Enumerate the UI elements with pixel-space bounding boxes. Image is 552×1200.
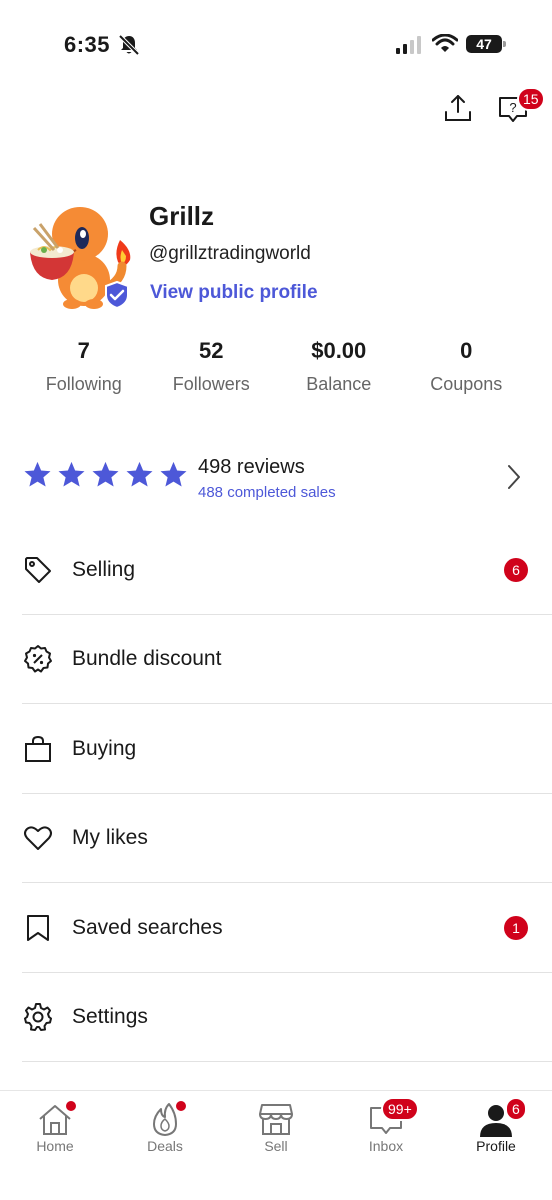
shopping-bag-icon [22, 733, 54, 765]
deals-notification-dot [174, 1099, 188, 1113]
menu-item-label: Settings [72, 1005, 148, 1029]
star-icon [92, 461, 119, 487]
share-button[interactable] [442, 92, 474, 124]
gear-icon [22, 1001, 54, 1033]
verified-badge-icon [102, 280, 132, 315]
bell-off-icon [118, 34, 140, 61]
heart-icon [22, 822, 54, 854]
nav-item-home[interactable]: Home [0, 1091, 110, 1161]
star-rating [22, 460, 189, 490]
nav-label: Profile [476, 1138, 516, 1154]
home-notification-dot [64, 1099, 78, 1113]
chevron-right-icon [506, 464, 522, 495]
stat-value: 52 [199, 338, 224, 363]
star-icon [24, 461, 51, 487]
stat-value: $0.00 [311, 338, 367, 363]
star-icon [160, 461, 187, 487]
discount-badge-icon [22, 643, 54, 675]
menu-item-selling[interactable]: Selling 6 [0, 525, 552, 615]
nav-label: Sell [264, 1138, 288, 1154]
menu-item-label: My likes [72, 826, 148, 850]
status-time: 6:35 [64, 32, 111, 57]
signal-icon [396, 36, 424, 59]
nav-label: Home [36, 1138, 74, 1154]
menu-item-label: Bundle discount [72, 647, 222, 671]
reviews-count: 498 reviews [198, 456, 305, 478]
menu-item-bundle-discount[interactable]: Bundle discount [0, 615, 552, 705]
profile-handle: @grillztradingworld [149, 243, 311, 264]
nav-label: Inbox [368, 1138, 404, 1154]
profile-name: Grillz [149, 201, 215, 231]
status-bar: 6:35 47 [0, 0, 552, 90]
menu-item-saved-searches[interactable]: Saved searches 1 [0, 883, 552, 973]
menu-item-label: Saved searches [72, 915, 223, 939]
saved-searches-badge: 1 [504, 916, 528, 940]
selling-badge: 6 [504, 558, 528, 582]
stat-label: Coupons [430, 374, 503, 394]
profile-menu: Selling 6 Bundle discount Buying My like… [0, 525, 552, 1062]
share-icon [445, 95, 471, 121]
reviews-row[interactable]: 498 reviews 488 completed sales [22, 448, 532, 508]
menu-item-label: Buying [72, 736, 137, 760]
stat-label: Followers [172, 374, 250, 394]
tag-icon [22, 554, 54, 586]
storefront-icon [259, 1104, 293, 1135]
view-public-profile-link[interactable]: View public profile [150, 282, 318, 304]
stats-row: 7 Following 52 Followers $0.00 Balance 0… [20, 336, 530, 395]
svg-text:?: ? [509, 100, 516, 115]
menu-item-buying[interactable]: Buying [0, 704, 552, 794]
menu-item-label: Selling [72, 557, 136, 581]
star-icon [126, 461, 153, 487]
battery-icon: 47 [466, 35, 502, 53]
nav-label: Deals [147, 1138, 183, 1154]
nav-item-deals[interactable]: Deals [110, 1091, 220, 1161]
battery-cap [503, 41, 506, 47]
stat-label: Following [45, 374, 122, 394]
stat-coupons[interactable]: 0 Coupons [403, 336, 531, 395]
bookmark-icon [22, 912, 54, 944]
help-badge: 15 [517, 87, 545, 111]
wifi-icon [431, 33, 459, 59]
nav-item-sell[interactable]: Sell [221, 1091, 331, 1161]
menu-item-settings[interactable]: Settings [0, 973, 552, 1063]
profile-badge: 6 [505, 1097, 527, 1121]
stat-followers[interactable]: 52 Followers [148, 336, 276, 395]
nav-item-inbox[interactable]: 99+ Inbox [331, 1091, 441, 1161]
menu-item-my-likes[interactable]: My likes [0, 794, 552, 884]
completed-sales: 488 completed sales [198, 484, 336, 501]
star-icon [58, 461, 85, 487]
stat-balance[interactable]: $0.00 Balance [275, 336, 403, 395]
stat-value: 0 [460, 338, 473, 363]
bottom-nav: Home Deals Sell 99+ Inbox 6 Profile [0, 1090, 552, 1200]
inbox-badge: 99+ [381, 1097, 419, 1121]
stat-label: Balance [306, 374, 372, 394]
stat-following[interactable]: 7 Following [20, 336, 148, 395]
nav-item-profile[interactable]: 6 Profile [441, 1091, 551, 1161]
stat-value: 7 [77, 338, 90, 363]
